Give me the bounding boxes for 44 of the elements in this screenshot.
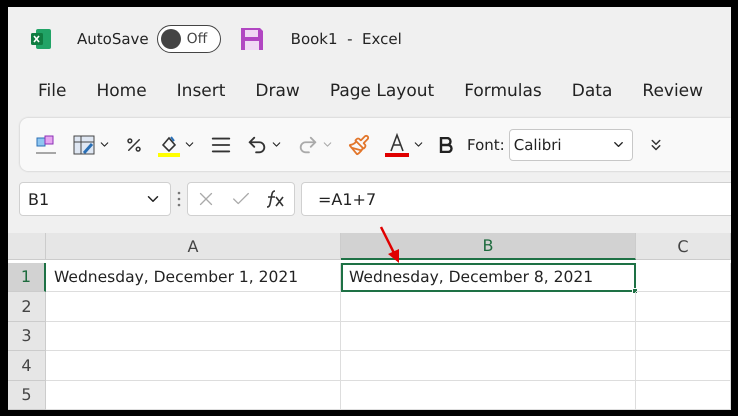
name-box[interactable]: B1 — [19, 182, 171, 216]
row-header[interactable]: 5 — [8, 380, 46, 410]
undo-icon[interactable] — [246, 134, 268, 156]
row-header[interactable]: 2 — [8, 292, 46, 322]
column-header[interactable]: A — [46, 233, 341, 260]
cell-value[interactable]: Wednesday, December 8, 2021 — [341, 262, 636, 292]
menu-tab[interactable]: Review — [642, 81, 704, 102]
menu-tab[interactable]: Formulas — [464, 81, 542, 102]
cell-value[interactable]: Wednesday, December 1, 2021 — [46, 262, 341, 292]
redo-icon[interactable] — [297, 134, 319, 156]
grip-icon — [177, 190, 181, 208]
menu-tab[interactable]: Home — [96, 81, 147, 102]
menu-tab[interactable]: Insert — [176, 81, 226, 102]
menu-tab[interactable]: Page Layout — [330, 81, 434, 102]
autosave-toggle[interactable]: Off — [156, 24, 221, 53]
row-header[interactable]: 3 — [8, 322, 46, 351]
column-header[interactable]: B — [341, 233, 636, 260]
empty-cell[interactable] — [636, 380, 731, 410]
select-all-corner[interactable] — [8, 233, 46, 260]
font-dropdown[interactable]: Calibri — [508, 128, 633, 161]
menu-tab[interactable]: File — [38, 81, 66, 102]
empty-cell[interactable] — [636, 351, 731, 380]
font-label: Font: — [467, 136, 505, 154]
font-color-icon[interactable] — [384, 132, 410, 158]
format-painter-icon[interactable] — [348, 134, 370, 156]
row-header[interactable]: 1 — [8, 262, 46, 292]
menu-tab[interactable]: Draw — [255, 81, 300, 102]
column-header[interactable]: C — [636, 233, 731, 260]
table-format-icon[interactable] — [72, 132, 96, 157]
empty-cell[interactable] — [341, 322, 636, 351]
empty-cell[interactable] — [341, 292, 636, 322]
window-title: Book1 - Excel — [290, 30, 402, 48]
empty-cell[interactable] — [341, 380, 636, 410]
empty-cell[interactable] — [341, 351, 636, 380]
excel-logo-icon — [30, 28, 52, 50]
empty-cell[interactable] — [636, 292, 731, 322]
empty-cell[interactable] — [636, 322, 731, 351]
menu-tab[interactable]: Data — [572, 81, 612, 102]
save-icon[interactable] — [238, 26, 265, 52]
row-header[interactable]: 4 — [8, 351, 46, 380]
formula-field[interactable]: =A1+7 — [301, 182, 731, 216]
bold-icon[interactable] — [439, 136, 453, 153]
autosave-label: AutoSave — [77, 30, 149, 48]
empty-cell[interactable] — [636, 262, 731, 292]
